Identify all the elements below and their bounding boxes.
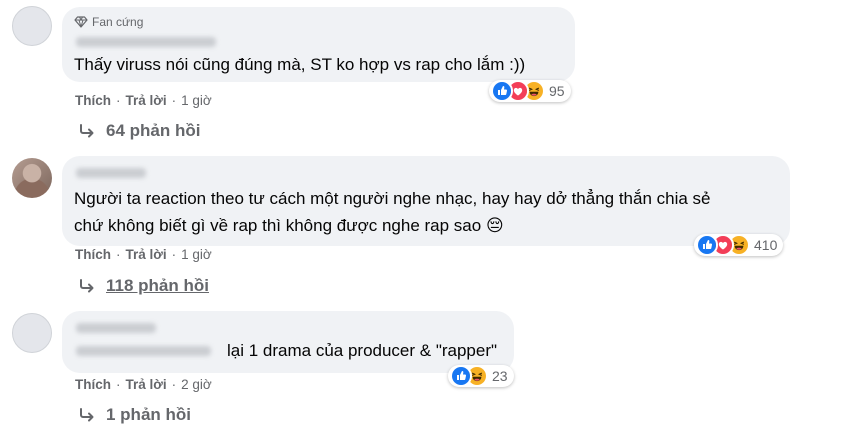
comment-actions: Thích · Trả lời · 1 giờ <box>75 247 212 262</box>
reactions-summary[interactable]: 95 <box>489 80 571 102</box>
comment-bubble: Fan cứng Thấy viruss nói cũng đúng mà, S… <box>62 7 575 82</box>
like-icon <box>491 80 513 102</box>
author-name-blurred[interactable] <box>76 323 156 333</box>
avatar[interactable] <box>12 6 52 46</box>
view-replies-link[interactable]: 1 phản hồi <box>78 405 191 425</box>
avatar[interactable] <box>12 158 52 198</box>
separator-dot: · <box>171 377 177 392</box>
view-replies-link[interactable]: 64 phản hồi <box>78 121 200 141</box>
replies-count: 64 phản hồi <box>106 121 201 140</box>
timestamp[interactable]: 2 giờ <box>181 377 212 392</box>
author-name-blurred[interactable] <box>76 37 216 47</box>
comment-text: Thấy viruss nói cũng đúng mà, ST ko hợp … <box>74 55 526 74</box>
separator-dot: · <box>171 93 177 108</box>
comment-text-line-2: chứ không biết gì về rap thì không được … <box>74 216 504 235</box>
like-icon <box>450 365 472 387</box>
comment-text-line-1: Người ta reaction theo tư cách một người… <box>74 189 711 208</box>
reply-button[interactable]: Trả lời <box>126 377 167 392</box>
comment-actions: Thích · Trả lời · 1 giờ <box>75 93 212 108</box>
like-button[interactable]: Thích <box>75 247 111 262</box>
separator-dot: · <box>116 247 121 262</box>
fan-badge: Fan cứng <box>74 15 143 29</box>
author-name-blurred <box>76 346 211 356</box>
like-icon <box>696 234 718 256</box>
separator-dot: · <box>116 93 121 108</box>
separator-dot: · <box>116 377 121 392</box>
comment-bubble: Người ta reaction theo tư cách một người… <box>62 156 790 246</box>
reaction-count: 410 <box>754 237 778 253</box>
replies-count: 118 phản hồi <box>106 276 209 295</box>
reaction-count: 95 <box>549 83 565 99</box>
comment-bubble: lại 1 drama của producer & "rapper" <box>62 311 514 373</box>
separator-dot: · <box>171 247 177 262</box>
reply-button[interactable]: Trả lời <box>126 247 167 262</box>
avatar[interactable] <box>12 313 52 353</box>
like-button[interactable]: Thích <box>75 377 111 392</box>
reaction-count: 23 <box>492 368 508 384</box>
reactions-summary[interactable]: 410 <box>694 234 784 256</box>
reply-arrow-icon <box>78 124 96 138</box>
author-name-blurred[interactable] <box>76 168 146 178</box>
replies-count: 1 phản hồi <box>106 405 191 424</box>
comment-text: lại 1 drama của producer & "rapper" <box>227 341 498 360</box>
comment-actions: Thích · Trả lời · 2 giờ <box>75 377 212 392</box>
reply-arrow-icon <box>78 408 96 422</box>
diamond-icon <box>74 15 88 29</box>
view-replies-link[interactable]: 118 phản hồi <box>78 276 209 296</box>
timestamp[interactable]: 1 giờ <box>181 93 212 108</box>
badge-label: Fan cứng <box>92 15 144 29</box>
reactions-summary[interactable]: 23 <box>448 365 514 387</box>
timestamp[interactable]: 1 giờ <box>181 247 212 262</box>
reply-button[interactable]: Trả lời <box>126 93 167 108</box>
like-button[interactable]: Thích <box>75 93 111 108</box>
reply-arrow-icon <box>78 279 96 293</box>
